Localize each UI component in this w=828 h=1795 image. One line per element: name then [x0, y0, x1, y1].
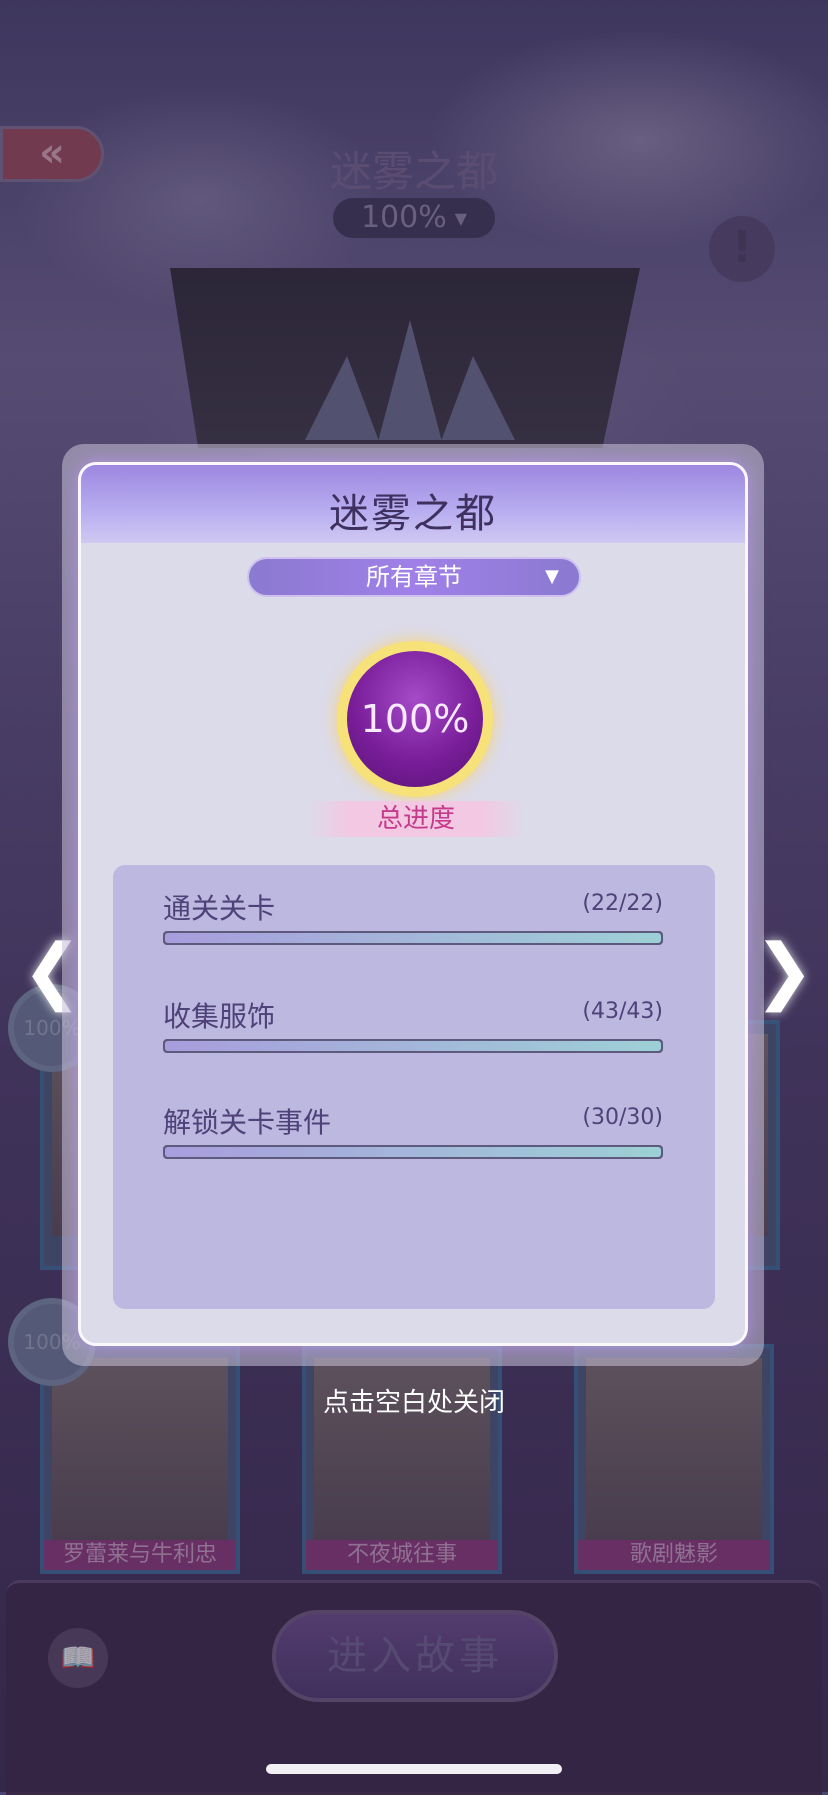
tap-to-close-hint: 点击空白处关闭	[322, 1388, 505, 1418]
modal-title: 迷雾之都	[329, 491, 497, 537]
stat-count: (30/30)	[582, 1105, 663, 1130]
stat-name: 收集服饰	[163, 1000, 276, 1033]
stat-progress-bar	[163, 1039, 663, 1053]
overall-progress-label: 总进度	[307, 801, 525, 837]
stats-panel: 通关关卡 (22/22) 收集服饰 (43/43) 解锁关卡事件 (30/30)	[113, 865, 715, 1309]
stat-name: 通关关卡	[163, 892, 276, 925]
stat-progress-fill	[165, 933, 661, 943]
stat-progress-bar	[163, 931, 663, 945]
stat-count: (22/22)	[582, 891, 663, 916]
stat-name: 解锁关卡事件	[163, 1106, 332, 1139]
overall-progress-value: 100%	[347, 651, 483, 787]
stat-progress-fill	[165, 1147, 661, 1157]
stat-count: (43/43)	[582, 999, 663, 1024]
progress-modal: 迷雾之都 所有章节 ▼ 100% 总进度 通关关卡 (22/22) 收集服饰 (…	[78, 462, 748, 1346]
chapter-select-dropdown[interactable]: 所有章节 ▼	[247, 557, 581, 597]
chapter-select-label: 所有章节	[366, 563, 462, 591]
home-indicator[interactable]	[266, 1764, 562, 1774]
chevron-down-icon: ▼	[545, 566, 559, 587]
stat-progress-fill	[165, 1041, 661, 1051]
stat-progress-bar	[163, 1145, 663, 1159]
